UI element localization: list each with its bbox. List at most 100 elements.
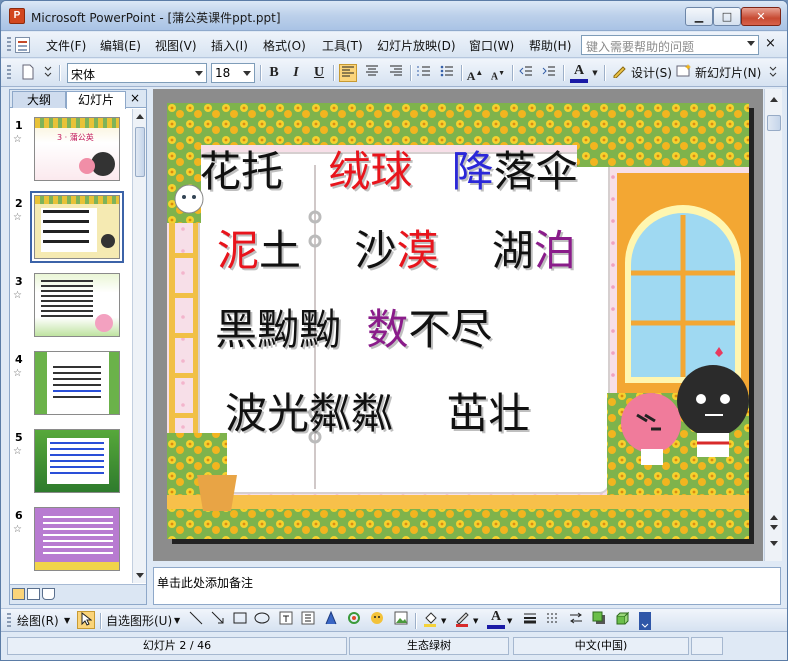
- draw-font-color-icon[interactable]: A: [487, 610, 505, 629]
- powerpoint-app-icon[interactable]: P: [9, 8, 25, 24]
- slide-thumbnail-selected[interactable]: [30, 191, 124, 263]
- line-color-dropdown-icon[interactable]: ▼: [473, 612, 478, 630]
- menu-edit[interactable]: 编辑(E): [99, 37, 142, 54]
- document-icon[interactable]: [15, 37, 30, 53]
- font-name-combo[interactable]: 宋体: [67, 63, 207, 83]
- align-right-button[interactable]: [387, 64, 405, 82]
- menu-insert[interactable]: 插入(I): [210, 37, 249, 54]
- font-color-dropdown-icon[interactable]: ▼: [590, 64, 600, 82]
- word-line-1[interactable]: 花托 绒球 降落伞: [199, 149, 578, 195]
- scroll-up-icon[interactable]: [770, 97, 778, 102]
- menu-grip-icon[interactable]: [7, 37, 11, 53]
- wordart-icon[interactable]: [322, 610, 340, 629]
- font-color-button[interactable]: A: [570, 64, 588, 83]
- insert-picture-icon[interactable]: [392, 611, 410, 629]
- dash-style-icon[interactable]: [544, 611, 562, 629]
- maximize-button[interactable]: □: [713, 7, 741, 26]
- thumbnail-row[interactable]: 5 ☆: [10, 425, 132, 503]
- slide-sorter-view-icon[interactable]: [27, 588, 40, 600]
- slide-thumbnail[interactable]: [34, 273, 120, 337]
- fill-color-icon[interactable]: [421, 611, 439, 629]
- scroll-down-icon[interactable]: [770, 541, 778, 546]
- scroll-down-icon[interactable]: [136, 573, 144, 578]
- arrow-style-icon[interactable]: [567, 611, 585, 629]
- 3d-style-icon[interactable]: [613, 611, 631, 629]
- menu-tools[interactable]: 工具(T): [321, 37, 364, 54]
- diagram-icon[interactable]: [345, 611, 363, 629]
- thumbnail-row[interactable]: 2 ☆: [10, 191, 132, 269]
- oval-icon[interactable]: [253, 611, 271, 629]
- autoshapes-button[interactable]: 自选图形(U): [106, 612, 172, 630]
- line-color-icon[interactable]: [453, 611, 471, 629]
- increase-indent-icon[interactable]: [540, 64, 558, 82]
- new-slide-button[interactable]: 新幻灯片(N): [695, 64, 761, 82]
- design-button[interactable]: 设计(S): [631, 64, 672, 82]
- word-line-4[interactable]: 波光粼粼 茁壮: [225, 391, 530, 437]
- slide-thumbnail[interactable]: [34, 507, 120, 571]
- current-slide[interactable]: 花托 绒球 降落伞 泥土 沙漠 湖泊 黑黝黝 数不尽 波光粼粼 茁壮: [167, 103, 749, 539]
- textbox-icon[interactable]: [277, 611, 295, 629]
- document-close-button[interactable]: ×: [765, 36, 776, 51]
- align-left-button[interactable]: [339, 64, 357, 82]
- scrollbar-thumb[interactable]: [135, 127, 145, 177]
- normal-view-icon[interactable]: [12, 588, 25, 600]
- slide-thumbnail[interactable]: [34, 429, 120, 493]
- thumbnails-scrollbar[interactable]: [132, 109, 146, 583]
- slide-thumbnail[interactable]: [34, 351, 120, 415]
- slide-vertical-scrollbar[interactable]: [764, 89, 782, 561]
- font-size-combo[interactable]: 18: [211, 63, 255, 83]
- menu-view[interactable]: 视图(V): [154, 37, 198, 54]
- toolbar-options-icon[interactable]: [43, 64, 53, 82]
- slide-thumbnail[interactable]: 3 · 蒲公英: [34, 117, 120, 181]
- bold-button[interactable]: B: [265, 64, 283, 82]
- new-slide-icon[interactable]: [675, 64, 693, 82]
- thumbnail-row[interactable]: 3 ☆: [10, 269, 132, 347]
- vertical-textbox-icon[interactable]: [299, 611, 317, 629]
- minimize-button[interactable]: ▁: [685, 7, 713, 26]
- menu-slideshow[interactable]: 幻灯片放映(D): [376, 37, 457, 54]
- thumbnail-row[interactable]: 4 ☆: [10, 347, 132, 425]
- chevron-down-icon[interactable]: [243, 71, 251, 76]
- help-dropdown-arrow-icon[interactable]: [747, 41, 755, 46]
- italic-button[interactable]: I: [287, 64, 305, 82]
- tab-slides[interactable]: 幻灯片: [66, 91, 126, 109]
- design-icon[interactable]: [610, 64, 628, 82]
- line-icon[interactable]: [187, 611, 205, 629]
- close-button[interactable]: ✕: [741, 7, 781, 26]
- menu-format[interactable]: 格式(O): [262, 37, 307, 54]
- increase-font-size-icon[interactable]: A▲: [466, 64, 484, 83]
- thumbnail-row[interactable]: 1 ☆ 3 · 蒲公英: [10, 113, 132, 191]
- scrollbar-thumb[interactable]: [767, 115, 781, 131]
- menu-help[interactable]: 帮助(H): [528, 37, 572, 54]
- previous-slide-icon[interactable]: [770, 515, 778, 520]
- select-objects-icon[interactable]: [77, 611, 95, 629]
- chevron-down-icon[interactable]: [195, 71, 203, 76]
- shadow-style-icon[interactable]: [590, 611, 608, 629]
- pane-close-button[interactable]: ×: [130, 91, 140, 105]
- arrow-icon[interactable]: [209, 611, 227, 629]
- toolbar-grip-icon[interactable]: [7, 65, 11, 81]
- new-document-icon[interactable]: [19, 64, 37, 82]
- toolbar-overflow-icon[interactable]: [639, 612, 651, 630]
- underline-button[interactable]: U: [310, 64, 328, 82]
- draw-font-color-dropdown-icon[interactable]: ▼: [507, 612, 512, 630]
- draw-menu-arrow-icon[interactable]: ▼: [64, 612, 70, 630]
- thumbnail-row[interactable]: 6 ☆: [10, 503, 132, 581]
- menu-file[interactable]: 文件(F): [45, 37, 87, 54]
- draw-menu-button[interactable]: 绘图(R): [17, 612, 59, 630]
- decrease-indent-icon[interactable]: [517, 64, 535, 82]
- scroll-up-icon[interactable]: [136, 114, 144, 119]
- bullets-icon[interactable]: [438, 64, 456, 82]
- autoshapes-arrow-icon[interactable]: ▼: [174, 612, 180, 630]
- rectangle-icon[interactable]: [231, 611, 249, 629]
- next-slide-icon[interactable]: [770, 525, 778, 530]
- decrease-font-size-icon[interactable]: A▼: [489, 64, 507, 82]
- line-style-icon[interactable]: [521, 611, 539, 629]
- fill-color-dropdown-icon[interactable]: ▼: [441, 612, 446, 630]
- toolbar-overflow-icon[interactable]: [767, 64, 779, 82]
- align-center-button[interactable]: [363, 64, 381, 82]
- word-line-2[interactable]: 泥土 沙漠 湖泊: [217, 228, 576, 274]
- notes-pane[interactable]: 单击此处添加备注: [153, 567, 781, 605]
- clipart-icon[interactable]: [368, 611, 386, 629]
- menu-window[interactable]: 窗口(W): [468, 37, 515, 54]
